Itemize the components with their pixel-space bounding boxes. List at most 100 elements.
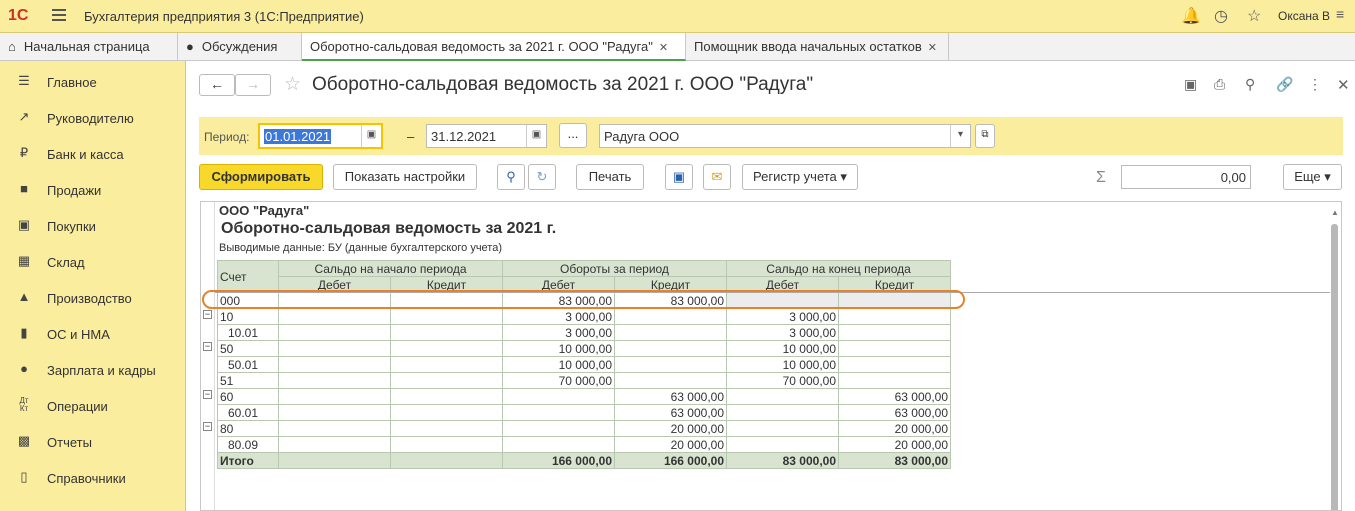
cell-amount (390, 420, 503, 437)
more-button[interactable]: Еще ▾ (1283, 164, 1342, 190)
tab-osv-report[interactable]: Оборотно-сальдовая ведомость за 2021 г. … (302, 33, 686, 61)
history-icon[interactable]: ◷ (1214, 6, 1228, 26)
search-icon[interactable]: ⚲ (497, 164, 525, 190)
close-icon[interactable]: ✕ (659, 42, 668, 54)
cell-amount: 10 000,00 (726, 356, 839, 373)
scrollbar-thumb[interactable] (1331, 224, 1338, 510)
sidebar-item-warehouse[interactable]: ▦ Склад (0, 243, 186, 279)
print-button[interactable]: Печать (576, 164, 644, 190)
collapse-group-icon[interactable]: − (203, 342, 212, 351)
date-from-field[interactable]: 01.01.2021 ▣ (258, 123, 383, 149)
table-row[interactable]: 50.01 10 000,00 10 000,00 (217, 356, 951, 373)
scroll-up-icon[interactable]: ▲ (1331, 208, 1339, 217)
cell-account: 80.09 (217, 436, 279, 453)
highlight-annotation (202, 290, 965, 309)
home-icon: ⌂ (8, 39, 16, 54)
chevron-down-icon: ▾ (840, 169, 847, 184)
cell-amount: 3 000,00 (726, 324, 839, 341)
table-row[interactable]: 51 70 000,00 70 000,00 (217, 372, 951, 389)
generate-button[interactable]: Сформировать (199, 164, 323, 190)
table-row[interactable]: 60.01 63 000,00 63 000,00 (217, 404, 951, 421)
tab-discussions[interactable]: ● Обсуждения (178, 33, 302, 61)
cell-account: 50.01 (217, 356, 279, 373)
chevron-down-icon[interactable]: ▾ (950, 125, 970, 147)
sidebar-item-bank[interactable]: ₽ Банк и касса (0, 135, 186, 171)
forward-button[interactable]: → (235, 74, 271, 96)
table-row[interactable]: 80.09 20 000,00 20 000,00 (217, 436, 951, 453)
close-icon[interactable]: ✕ (1337, 76, 1350, 94)
vertical-scrollbar[interactable]: ▲ (1329, 202, 1341, 510)
cell-account: 10.01 (217, 324, 279, 341)
table-row[interactable]: 80 20 000,00 20 000,00 (217, 420, 951, 437)
preview-icon[interactable]: ⚲ (1245, 76, 1255, 93)
sidebar-item-catalogs[interactable]: ▯ Справочники (0, 459, 186, 495)
cell-amount (278, 420, 391, 437)
cell-amount: 63 000,00 (614, 404, 727, 421)
cell-amount (390, 340, 503, 357)
sidebar-item-production[interactable]: ▲ Производство (0, 279, 186, 315)
table-row[interactable]: 50 10 000,00 10 000,00 (217, 340, 951, 357)
cell-total-amount: 83 000,00 (838, 452, 951, 469)
link-icon[interactable]: 🔗 (1276, 76, 1293, 93)
sidebar-item-purchases[interactable]: ▣ Покупки (0, 207, 186, 243)
sidebar-item-operations[interactable]: Дт Кт Операции (0, 387, 186, 423)
clear-search-icon[interactable]: ↻ (528, 164, 556, 190)
app-title: Бухгалтерия предприятия 3 (1С:Предприяти… (84, 9, 364, 24)
total-row[interactable]: Итого 166 000,00 166 000,00 83 000,00 83 000… (217, 452, 951, 469)
collapse-group-icon[interactable]: − (203, 390, 212, 399)
sidebar-item-payroll[interactable]: ● Зарплата и кадры (0, 351, 186, 387)
open-organization-icon[interactable]: ⧉ (975, 124, 995, 148)
cell-account: 60 (217, 388, 279, 405)
sidebar-item-main[interactable]: ☰ Главное (0, 63, 186, 99)
tab-bar: ⌂ Начальная страница ● Обсуждения Оборотно… (0, 33, 1355, 61)
sidebar-item-fixed-assets[interactable]: ▮ ОС и НМА (0, 315, 186, 351)
show-settings-button[interactable]: Показать настройки (333, 164, 477, 190)
sidebar-item-label: Производство (47, 291, 132, 306)
sum-field[interactable]: 0,00 (1121, 165, 1251, 189)
mail-icon[interactable]: ✉ (703, 164, 731, 190)
report-area[interactable]: ООО "Радуга" Оборотно-сальдовая ведомост… (200, 201, 1342, 511)
save-icon[interactable]: ▣ (665, 164, 693, 190)
period-select-button[interactable]: ... (559, 123, 587, 148)
cell-amount: 10 000,00 (726, 340, 839, 357)
save-icon[interactable]: ▣ (1184, 76, 1197, 93)
chevron-down-icon: ▾ (1324, 169, 1331, 184)
calendar-icon[interactable]: ▣ (526, 125, 546, 147)
cell-account: 50 (217, 340, 279, 357)
tab-opening-balance-wizard[interactable]: Помощник ввода начальных остатков ✕ (686, 33, 949, 61)
favorite-star-icon[interactable]: ☆ (284, 73, 301, 96)
cell-amount (838, 372, 951, 389)
sidebar-item-label: ОС и НМА (47, 327, 110, 342)
settings-menu-icon[interactable]: ≡ (1336, 6, 1344, 22)
collapse-group-icon[interactable]: − (203, 310, 212, 319)
back-button[interactable]: ← (199, 74, 235, 96)
collapse-group-icon[interactable]: − (203, 422, 212, 431)
organization-field[interactable]: Радуга ООО ▾ (599, 124, 971, 148)
star-icon[interactable]: ☆ (1247, 6, 1261, 26)
cell-amount: 3 000,00 (502, 324, 615, 341)
tab-home[interactable]: ⌂ Начальная страница (0, 33, 178, 61)
main-menu-icon[interactable] (52, 9, 66, 21)
sidebar-item-sales[interactable]: ■ Продажи (0, 171, 186, 207)
cell-amount (390, 356, 503, 373)
calendar-icon[interactable]: ▣ (361, 125, 381, 147)
sidebar-item-manager[interactable]: ↗ Руководителю (0, 99, 186, 135)
cell-amount: 70 000,00 (726, 372, 839, 389)
sidebar-item-reports[interactable]: ▩ Отчеты (0, 423, 186, 459)
close-icon[interactable]: ✕ (928, 42, 937, 54)
cell-amount (278, 436, 391, 453)
table-row[interactable]: 10.01 3 000,00 3 000,00 (217, 324, 951, 341)
cell-amount: 20 000,00 (614, 436, 727, 453)
date-to-field[interactable]: 31.12.2021 ▣ (426, 124, 547, 148)
more-vertical-icon[interactable]: ⋮ (1308, 76, 1322, 93)
trend-icon: ↗ (18, 109, 30, 124)
table-row[interactable]: 10 3 000,00 3 000,00 (217, 308, 951, 325)
bell-icon[interactable]: 🔔 (1181, 6, 1201, 26)
cell-total-amount: 83 000,00 (726, 452, 839, 469)
register-dropdown-button[interactable]: Регистр учета ▾ (742, 164, 858, 190)
cell-total-amount: 166 000,00 (502, 452, 615, 469)
cell-amount (390, 308, 503, 325)
user-name[interactable]: Оксана В (1278, 9, 1330, 23)
print-icon[interactable]: ⎙ (1214, 76, 1225, 93)
table-row[interactable]: 60 63 000,00 63 000,00 (217, 388, 951, 405)
